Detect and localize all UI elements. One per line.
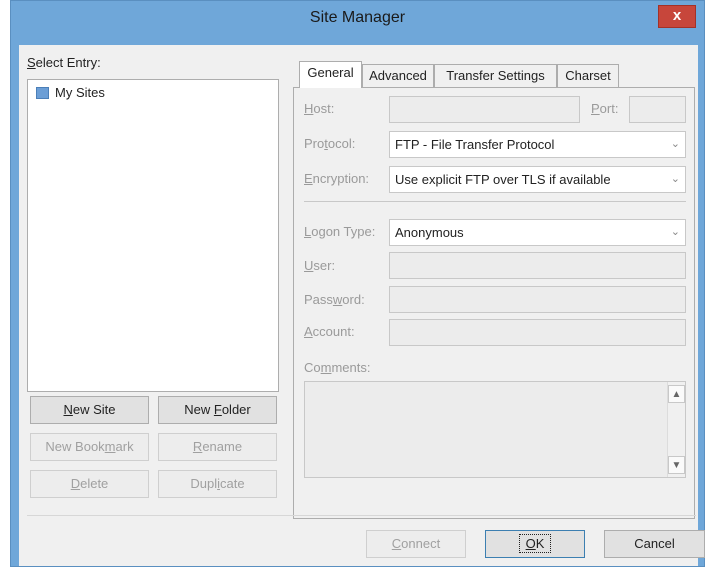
chevron-down-icon: ⌄ [670,226,680,238]
tab-transfer-settings[interactable]: Transfer Settings [434,64,557,87]
delete-button[interactable]: Delete [30,470,149,498]
password-label: Password: [304,292,365,307]
port-input[interactable] [629,96,686,123]
port-label: Port: [591,101,619,116]
tab-advanced[interactable]: Advanced [362,64,434,87]
host-label: Host: [304,101,335,116]
protocol-select[interactable]: FTP - File Transfer Protocol ⌄ [389,131,686,158]
account-label: Account: [304,324,355,339]
general-panel: Host: Port: Protocol: FTP - File Transfe… [293,87,695,519]
site-tree[interactable]: My Sites [27,79,279,392]
new-site-button[interactable]: New Site [30,396,149,424]
logon-type-select[interactable]: Anonymous ⌄ [389,219,686,246]
rename-button[interactable]: Rename [158,433,277,461]
user-input[interactable] [389,252,686,279]
encryption-select[interactable]: Use explicit FTP over TLS if available ⌄ [389,166,686,193]
logon-type-label: Logon Type: [304,224,376,239]
tab-general[interactable]: General [299,61,362,88]
scroll-down-icon[interactable]: ▼ [668,456,685,474]
new-bookmark-button[interactable]: New Bookmark [30,433,149,461]
select-entry-label: Select Entry: [27,55,101,70]
tree-item-label: My Sites [55,85,105,100]
host-input[interactable] [389,96,580,123]
password-input[interactable] [389,286,686,313]
chevron-down-icon: ⌄ [670,173,680,185]
protocol-value: FTP - File Transfer Protocol [395,137,555,152]
ok-button[interactable]: OK [485,530,585,558]
cancel-button[interactable]: Cancel [604,530,705,558]
logon-type-value: Anonymous [395,225,464,240]
folder-icon [36,86,49,99]
account-input[interactable] [389,319,686,346]
dialog-client: Select Entry: My Sites New Site New Fold… [19,45,705,566]
site-manager-window: Site Manager x Select Entry: My Sites Ne… [10,0,705,567]
close-button[interactable]: x [658,5,696,28]
scroll-up-icon[interactable]: ▲ [668,385,685,403]
protocol-label: Protocol: [304,136,356,151]
comments-scrollbar[interactable]: ▲ ▼ [667,382,685,477]
comments-textarea[interactable]: ▲ ▼ [304,381,686,478]
divider [304,201,686,202]
footer-divider [27,515,696,516]
comments-label: Comments: [304,360,371,375]
window-title: Site Manager [309,9,406,26]
encryption-value: Use explicit FTP over TLS if available [395,172,611,187]
tree-item-my-sites[interactable]: My Sites [36,84,105,102]
duplicate-button[interactable]: Duplicate [158,470,277,498]
encryption-label: Encryption: [304,171,370,186]
close-icon: x [672,7,682,24]
connect-button[interactable]: Connect [366,530,466,558]
chevron-down-icon: ⌄ [670,138,680,150]
tab-charset[interactable]: Charset [557,64,619,87]
user-label: User: [304,258,336,273]
new-folder-button[interactable]: New Folder [158,396,277,424]
